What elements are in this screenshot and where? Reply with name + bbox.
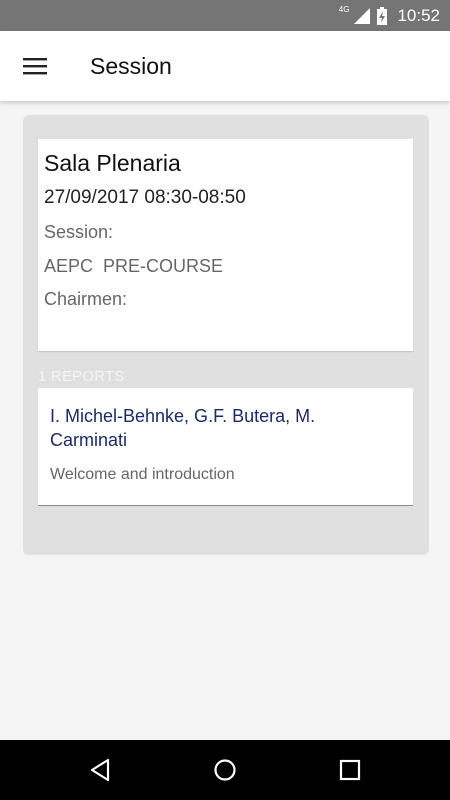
hamburger-menu-icon — [23, 58, 47, 75]
report-item[interactable]: I. Michel-Behnke, G.F. Butera, M. Carmin… — [38, 388, 413, 506]
back-button[interactable] — [75, 750, 125, 790]
page-title: Session — [90, 53, 172, 79]
navigation-bar — [0, 740, 450, 800]
report-title: Welcome and introduction — [50, 466, 235, 483]
status-bar: 4G 10:52 — [0, 0, 450, 31]
recents-icon — [339, 759, 361, 781]
home-icon — [214, 759, 236, 781]
menu-button[interactable] — [12, 43, 58, 89]
battery-charging-icon — [377, 6, 388, 25]
session-name: AEPC PRE-COURSE — [44, 256, 224, 276]
reports-header: 1 REPORTS — [38, 368, 125, 385]
app-bar: Session — [0, 31, 450, 101]
network-type: 4G — [338, 5, 350, 14]
session-datetime: 27/09/2017 08:30-08:50 — [44, 187, 246, 208]
clock: 10:52 — [397, 5, 440, 25]
report-authors: I. Michel-Behnke, G.F. Butera, M. Carmin… — [50, 406, 316, 450]
recents-button[interactable] — [325, 750, 375, 790]
home-button[interactable] — [200, 750, 250, 790]
back-icon — [90, 758, 110, 782]
chairmen-label: Chairmen: — [44, 289, 128, 309]
session-room: Sala Plenaria — [44, 150, 181, 176]
session-details-card: Sala Plenaria 27/09/2017 08:30-08:50 Ses… — [38, 139, 413, 351]
session-panel: Sala Plenaria 27/09/2017 08:30-08:50 Ses… — [23, 115, 429, 555]
session-label: Session: — [44, 222, 114, 242]
status-icons: 4G 10:52 — [339, 0, 440, 31]
signal-icon — [354, 7, 371, 24]
